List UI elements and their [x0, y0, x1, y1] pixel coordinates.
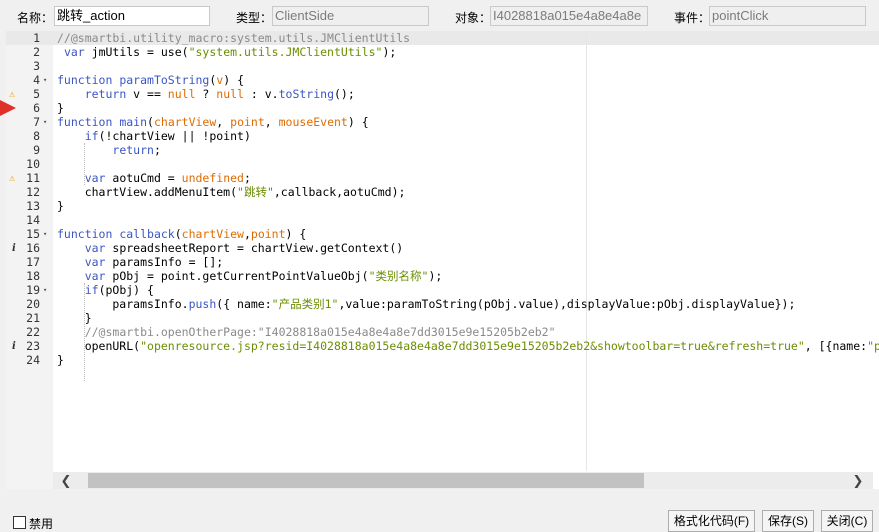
- code-text[interactable]: }: [57, 311, 92, 325]
- code-text[interactable]: function paramToString(v) {: [57, 73, 244, 87]
- fold-toggle-icon[interactable]: ▾: [43, 227, 47, 241]
- code-line[interactable]: 22 //@smartbi.openOtherPage:"I4028818a01…: [6, 325, 879, 339]
- code-line[interactable]: 24}: [6, 353, 879, 367]
- close-button[interactable]: 关闭(C): [821, 510, 873, 532]
- name-field[interactable]: 跳转_action: [54, 6, 210, 26]
- format-code-button[interactable]: 格式化代码(F): [668, 510, 755, 532]
- line-number: 12: [26, 185, 40, 199]
- line-number: 7: [33, 115, 40, 129]
- code-line[interactable]: 9 return;: [6, 143, 879, 157]
- fold-toggle-icon[interactable]: ▾: [43, 73, 47, 87]
- code-line[interactable]: 4 ▾ function paramToString(v) {: [6, 73, 879, 87]
- code-text[interactable]: //@smartbi.openOtherPage:"I4028818a015e4…: [57, 325, 556, 339]
- line-number: 21: [26, 311, 40, 325]
- line-number: 14: [26, 213, 40, 227]
- line-number: 23: [26, 339, 40, 353]
- object-label: 对象：: [455, 11, 492, 25]
- code-line[interactable]: i 16 var spreadsheetReport = chartView.ge…: [6, 241, 879, 255]
- red-pointer-arrow-icon: [0, 100, 16, 116]
- indent-guide: [84, 283, 85, 381]
- code-text[interactable]: var pObj = point.getCurrentPointValueObj…: [57, 269, 443, 283]
- code-text[interactable]: return;: [57, 143, 160, 157]
- code-text[interactable]: }: [57, 101, 64, 115]
- code-text[interactable]: var aotuCmd = undefined;: [57, 171, 251, 185]
- code-line[interactable]: 15 ▾ function callback(chartView,point) {: [6, 227, 879, 241]
- fold-toggle-icon[interactable]: ▾: [43, 115, 47, 129]
- type-field: ClientSide: [272, 6, 429, 26]
- line-number: 8: [33, 129, 40, 143]
- code-text[interactable]: if(!chartView || !point): [57, 129, 251, 143]
- code-text[interactable]: if(pObj) {: [57, 283, 154, 297]
- line-number: 13: [26, 199, 40, 213]
- code-line[interactable]: 10: [6, 157, 879, 171]
- code-line[interactable]: 21 }: [6, 311, 879, 325]
- code-text[interactable]: var jmUtils = use("system.utils.JMClient…: [57, 45, 396, 59]
- line-number: 19: [26, 283, 40, 297]
- code-text[interactable]: openURL("openresource.jsp?resid=I4028818…: [57, 339, 879, 353]
- code-line[interactable]: 13}: [6, 199, 879, 213]
- fold-toggle-icon[interactable]: ▾: [43, 283, 47, 297]
- code-line[interactable]: 8 if(!chartView || !point): [6, 129, 879, 143]
- code-line[interactable]: 19 ▾ if(pObj) {: [6, 283, 879, 297]
- type-label: 类型：: [236, 11, 273, 25]
- code-line[interactable]: ⚠ 11 var aotuCmd = undefined;: [6, 171, 879, 185]
- indent-guide: [84, 143, 85, 185]
- code-line[interactable]: ⚠ 5 return v == null ? null : v.toString(…: [6, 87, 879, 101]
- header-bar: 名称： 跳转_action 类型： ClientSide 对象： I402881…: [0, 0, 879, 30]
- code-text[interactable]: var paramsInfo = [];: [57, 255, 223, 269]
- horizontal-scrollbar[interactable]: ❮ ❯: [53, 472, 873, 489]
- code-line[interactable]: 2 var jmUtils = use("system.utils.JMClie…: [6, 45, 879, 59]
- code-text[interactable]: chartView.addMenuItem("跳转",callback,aotu…: [57, 185, 406, 199]
- scroll-left-icon[interactable]: ❮: [58, 472, 74, 489]
- code-line[interactable]: 18 var pObj = point.getCurrentPointValue…: [6, 269, 879, 283]
- scrollbar-thumb[interactable]: [88, 473, 644, 488]
- disable-checkbox[interactable]: [13, 516, 26, 529]
- code-line[interactable]: 1 //@smartbi.utility_macro:system.utils.J…: [6, 31, 879, 45]
- code-editor[interactable]: 1 //@smartbi.utility_macro:system.utils.J…: [6, 31, 879, 489]
- line-number: 4: [33, 73, 40, 87]
- line-number: 17: [26, 255, 40, 269]
- line-number: 22: [26, 325, 40, 339]
- line-number: 2: [33, 45, 40, 59]
- code-text[interactable]: //@smartbi.utility_macro:system.utils.JM…: [57, 31, 410, 45]
- line-number: 20: [26, 297, 40, 311]
- line-number: 5: [33, 87, 40, 101]
- line-number: 11: [26, 171, 40, 185]
- scroll-right-icon[interactable]: ❯: [850, 472, 866, 489]
- code-line[interactable]: 14: [6, 213, 879, 227]
- code-text[interactable]: function callback(chartView,point) {: [57, 227, 306, 241]
- code-text[interactable]: function main(chartView, point, mouseEve…: [57, 115, 369, 129]
- code-line[interactable]: 3: [6, 59, 879, 73]
- line-number: 16: [26, 241, 40, 255]
- line-number: 18: [26, 269, 40, 283]
- line-number: 3: [33, 59, 40, 73]
- line-number: 15: [26, 227, 40, 241]
- event-label: 事件：: [674, 11, 711, 25]
- line-number: 10: [26, 157, 40, 171]
- name-label: 名称：: [17, 11, 54, 25]
- object-field: I4028818a015e4a8e4a8e: [490, 6, 648, 26]
- save-button[interactable]: 保存(S): [762, 510, 814, 532]
- code-line[interactable]: 12 chartView.addMenuItem("跳转",callback,a…: [6, 185, 879, 199]
- disable-label: 禁用: [29, 517, 54, 531]
- line-number: 9: [33, 143, 40, 157]
- code-line[interactable]: i 23 openURL("openresource.jsp?resid=I402…: [6, 339, 879, 353]
- code-line[interactable]: 6}: [6, 101, 879, 115]
- line-number: 1: [33, 31, 40, 45]
- footer-bar: 禁用 格式化代码(F) 保存(S) 关闭(C): [0, 505, 879, 532]
- code-line[interactable]: 17 var paramsInfo = [];: [6, 255, 879, 269]
- event-field: pointClick: [709, 6, 866, 26]
- code-text[interactable]: }: [57, 353, 64, 367]
- code-text[interactable]: var spreadsheetReport = chartView.getCon…: [57, 241, 404, 255]
- code-text[interactable]: return v == null ? null : v.toString();: [57, 87, 355, 101]
- code-line[interactable]: 20 paramsInfo.push({ name:"产品类别1",value:…: [6, 297, 879, 311]
- line-number: 24: [26, 353, 40, 367]
- code-line[interactable]: 7 ▾ function main(chartView, point, mouseE…: [6, 115, 879, 129]
- code-text[interactable]: }: [57, 199, 64, 213]
- code-text[interactable]: paramsInfo.push({ name:"产品类别1",value:par…: [57, 297, 795, 311]
